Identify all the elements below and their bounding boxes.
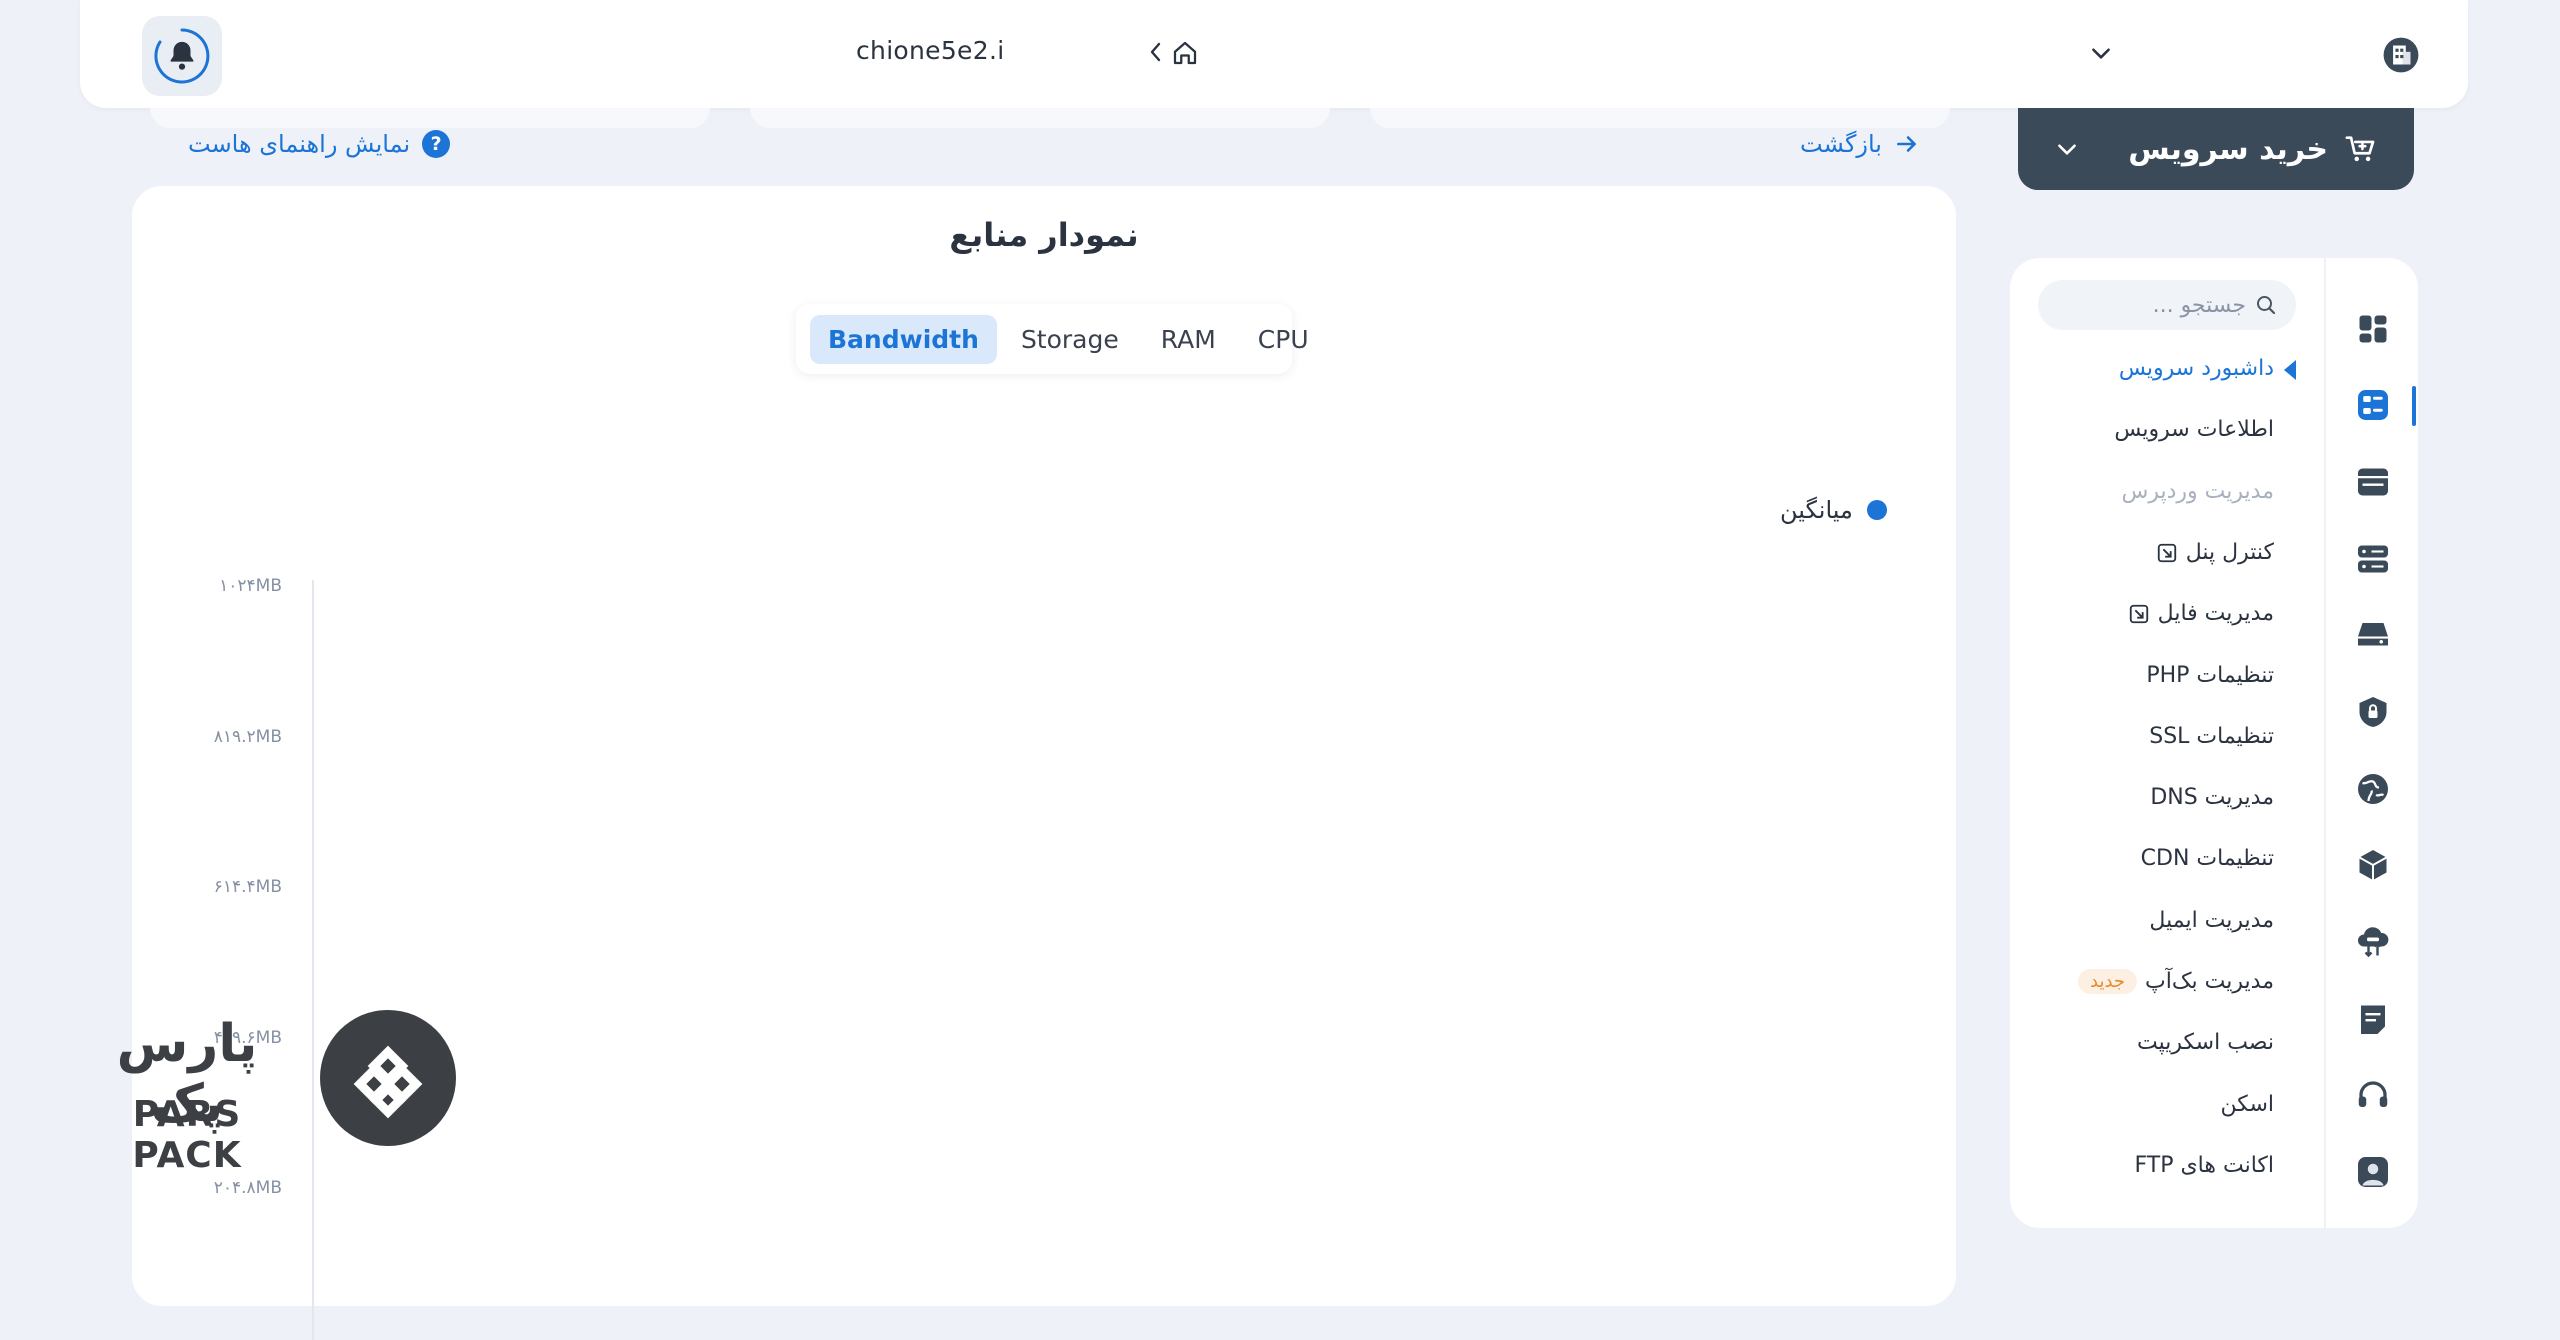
sidebar-item-label: مدیریت ایمیل [2149, 908, 2274, 933]
sidebar-item-label: تنظیمات CDN [2140, 846, 2274, 871]
ghost-tab [150, 108, 710, 128]
sidebar-item[interactable]: اسکن [2221, 1092, 2274, 1117]
sidebar-item[interactable]: تنظیمات CDN [2141, 846, 2274, 871]
sidebar-item[interactable]: مدیریت بک‌آپ جدید [2078, 969, 2274, 994]
sidebar-item-label: اسکن [2220, 1092, 2274, 1117]
home-icon[interactable] [1170, 38, 1200, 68]
sidebar-item-label: تنظیمات SSL [2149, 724, 2274, 749]
search-icon [2257, 296, 2276, 315]
cloud-transfer-icon[interactable] [2354, 923, 2392, 961]
server-icon[interactable] [2354, 540, 2392, 578]
tab-storage[interactable]: Storage [1003, 315, 1137, 364]
y-tick-label: ۱۰۲۴MB [219, 576, 282, 596]
domain-name: chione5e2.i [856, 36, 1005, 65]
sidebar-item[interactable]: داشبورد سرویس [2119, 356, 2274, 381]
tab-ram[interactable]: RAM [1143, 315, 1234, 364]
globe-icon[interactable] [2354, 770, 2392, 808]
ghost-tab [1370, 108, 1950, 128]
notification-ring-icon [154, 28, 210, 84]
y-tick-label: ۸۱۹.۲MB [213, 727, 282, 747]
rail-active-indicator [2412, 386, 2416, 426]
buy-service-label: خرید سرویس [2128, 131, 2328, 167]
sidebar: جستجو ... داشبورد سرویس اطلاعات سرویس مدیر… [2010, 258, 2418, 1228]
sidebar-item[interactable]: مدیریت DNS [2150, 785, 2274, 810]
question-icon: ? [422, 130, 451, 158]
headset-icon[interactable] [2354, 1076, 2392, 1114]
legend-dot [1866, 500, 1887, 520]
chart-legend[interactable]: میانگین [1780, 496, 1887, 524]
tab-bandwidth[interactable]: Bandwidth [810, 314, 997, 364]
icon-rail [2326, 258, 2418, 1228]
sidebar-item[interactable]: کنترل پنل [2156, 540, 2274, 565]
sidebar-item-label: مدیریت فایل [2157, 601, 2274, 626]
shield-icon[interactable] [2354, 693, 2392, 731]
sidebar-item-label: نصب اسکریپت [2137, 1030, 2274, 1055]
logo-diamond-icon [353, 1045, 423, 1119]
ghost-tab [750, 108, 1330, 128]
sidebar-item-label: مدیریت بک‌آپ [2145, 969, 2274, 994]
search-placeholder: جستجو ... [2152, 292, 2246, 318]
logo-text-en: PARS PACK [132, 1094, 242, 1176]
sidebar-search[interactable]: جستجو ... [2038, 280, 2296, 330]
box-icon[interactable] [2354, 846, 2392, 884]
y-tick-label: ۶۱۴.۴MB [213, 877, 282, 897]
sidebar-item-label: داشبورد سرویس [2118, 356, 2274, 381]
building-icon[interactable] [2382, 36, 2420, 74]
sidebar-item[interactable]: اطلاعات سرویس [2114, 417, 2274, 442]
user-icon[interactable] [2354, 1153, 2392, 1191]
legend-label: میانگین [1780, 496, 1853, 524]
arrow-right-icon [1897, 136, 1916, 152]
logo-mark [320, 1010, 456, 1146]
dashboard-icon[interactable] [2354, 310, 2392, 348]
sidebar-item[interactable]: تنظیمات PHP [2146, 663, 2274, 688]
sidebar-item-label: مدیریت وردپرس [2121, 479, 2274, 504]
y-axis-line [312, 580, 314, 1340]
sidebar-item[interactable]: نصب اسکریپت [2137, 1030, 2274, 1055]
external-link-icon [2129, 604, 2148, 623]
external-link-icon [2157, 543, 2176, 562]
web-icon[interactable] [2354, 463, 2392, 501]
pars-pack-logo: پارس پک PARS PACK [84, 1010, 458, 1176]
chevron-down-icon[interactable] [2088, 40, 2114, 66]
tab-cpu[interactable]: CPU [1240, 315, 1327, 364]
sidebar-item[interactable]: مدیریت ایمیل [2149, 908, 2274, 933]
buy-service-button[interactable]: خرید سرویس [2018, 108, 2414, 190]
sidebar-item[interactable]: مدیریت وردپرس [2122, 479, 2274, 504]
sidebar-item-label: مدیریت DNS [2150, 785, 2274, 810]
sidebar-item-label: اکانت های FTP [2134, 1153, 2274, 1178]
chevron-left-icon[interactable] [1146, 38, 1166, 66]
back-link[interactable]: بازگشت [1800, 130, 1920, 158]
storage-icon[interactable] [2354, 616, 2392, 654]
sidebar-item-label: تنظیمات PHP [2146, 663, 2274, 688]
chart-title: نمودار منابع [949, 216, 1139, 254]
note-icon[interactable] [2354, 1000, 2392, 1038]
guide-label: نمایش راهنمای هاست [188, 130, 411, 158]
sidebar-item[interactable]: تنظیمات SSL [2149, 724, 2274, 749]
cart-icon [2345, 136, 2375, 162]
sidebar-item[interactable]: مدیریت فایل [2128, 601, 2274, 626]
top-bar: chione5e2.i [80, 0, 2468, 108]
new-badge: جدید [2078, 969, 2138, 994]
sidebar-item[interactable]: اکانت های FTP [2134, 1153, 2274, 1178]
sidebar-item-label: اطلاعات سرویس [2114, 417, 2274, 442]
guide-link[interactable]: ? نمایش راهنمای هاست [188, 130, 451, 158]
chevron-down-icon [2058, 144, 2076, 155]
notifications-button[interactable] [142, 16, 222, 96]
active-indicator-icon [2284, 360, 2296, 380]
sidebar-item-label: کنترل پنل [2185, 540, 2274, 565]
back-label: بازگشت [1800, 130, 1882, 158]
service-icon[interactable] [2354, 386, 2392, 424]
y-tick-label: ۲۰۴.۸MB [213, 1178, 282, 1198]
resource-tabs: Bandwidth Storage RAM CPU [796, 304, 1309, 374]
